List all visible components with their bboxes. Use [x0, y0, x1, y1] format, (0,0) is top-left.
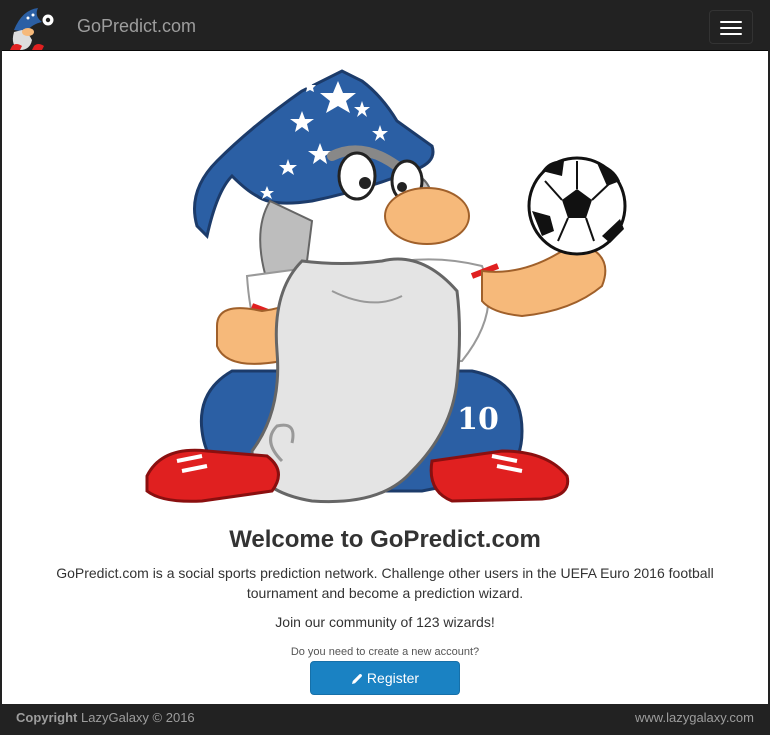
register-button[interactable]: Register — [310, 661, 460, 695]
register-button-label: Register — [366, 670, 420, 686]
intro-text: GoPredict.com is a social sports predict… — [56, 565, 714, 601]
shirt-number: 10 — [457, 402, 499, 437]
nav-toggle-button[interactable] — [709, 10, 753, 44]
pencil-icon — [351, 674, 362, 685]
wizard-mascot-image: 10 — [145, 69, 627, 504]
footer-site-link[interactable]: www.lazygalaxy.com — [635, 704, 754, 731]
footer: Copyright LazyGalaxy © 2016 www.lazygala… — [2, 704, 768, 733]
copyright-label: Copyright — [16, 710, 78, 725]
page-frame: GoPredict.com 10 Welcome to GoPredict.co… — [2, 2, 768, 733]
register-prompt: Do you need to create a new account? — [290, 646, 480, 658]
page-title: Welcome to GoPredict.com — [229, 526, 541, 553]
brand-logo-icon[interactable] — [2, 2, 60, 51]
navbar: GoPredict.com — [2, 2, 768, 51]
brand-link[interactable]: GoPredict.com — [77, 16, 196, 36]
copyright-text: LazyGalaxy © 2016 — [81, 710, 195, 725]
footer-copyright: Copyright LazyGalaxy © 2016 — [16, 704, 195, 731]
community-count-text: Join our community of 123 wizards! — [275, 614, 495, 630]
